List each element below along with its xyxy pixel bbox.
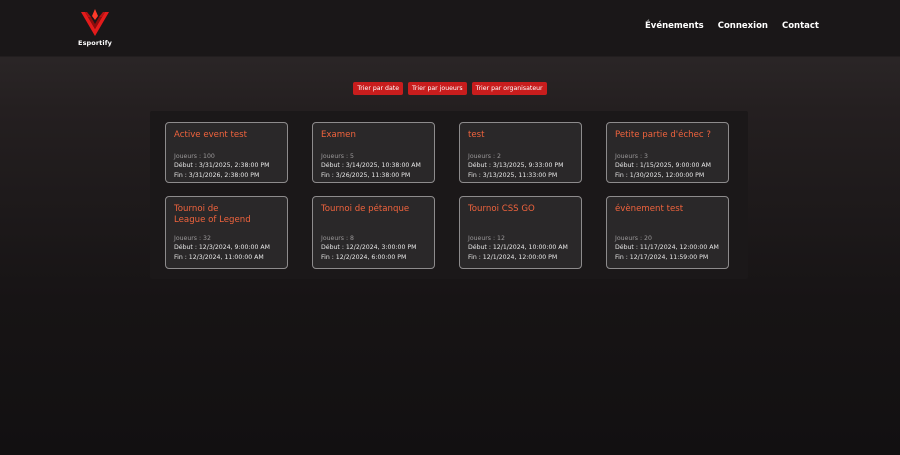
event-card[interactable]: Tournoi de pétanque Joueurs : 8 Début : … — [312, 196, 435, 269]
event-title: Active event test — [174, 130, 248, 140]
event-start: Début : 3/14/2025, 10:38:00 AM — [321, 162, 421, 169]
event-players: Joueurs : 12 — [468, 235, 505, 242]
event-card[interactable]: Tournoi de League of Legend Joueurs : 32… — [165, 196, 288, 269]
event-end: Fin : 12/1/2024, 12:00:00 PM — [468, 254, 558, 261]
event-card[interactable]: Active event test Joueurs : 100 Début : … — [165, 122, 288, 183]
event-players: Joueurs : 32 — [174, 235, 211, 242]
esportify-logo-icon — [81, 9, 109, 36]
event-title: test — [468, 130, 485, 140]
event-players: Joueurs : 20 — [615, 235, 652, 242]
event-players: Joueurs : 8 — [321, 235, 354, 242]
event-start: Début : 12/3/2024, 9:00:00 AM — [174, 244, 270, 251]
event-card[interactable]: Examen Joueurs : 5 Début : 3/14/2025, 10… — [312, 122, 435, 183]
event-players: Joueurs : 3 — [615, 153, 648, 160]
event-end: Fin : 3/13/2025, 11:33:00 PM — [468, 172, 558, 179]
event-end: Fin : 12/17/2024, 11:59:00 PM — [615, 254, 709, 261]
event-card[interactable]: Petite partie d'échec ? Joueurs : 3 Débu… — [606, 122, 729, 183]
event-title: Petite partie d'échec ? — [615, 130, 711, 140]
event-card[interactable]: Tournoi CSS GO Joueurs : 12 Début : 12/1… — [459, 196, 582, 269]
event-title: Tournoi de League of Legend — [174, 204, 251, 225]
event-start: Début : 11/17/2024, 12:00:00 AM — [615, 244, 719, 251]
nav-link-login[interactable]: Connexion — [718, 21, 768, 31]
event-start: Début : 3/13/2025, 9:33:00 PM — [468, 162, 564, 169]
event-start: Début : 12/2/2024, 3:00:00 PM — [321, 244, 417, 251]
sort-toolbar: Trier par date Trier par joueurs Trier p… — [0, 82, 900, 95]
event-end: Fin : 1/30/2025, 12:00:00 PM — [615, 172, 705, 179]
event-end: Fin : 3/31/2026, 2:38:00 PM — [174, 172, 260, 179]
event-end: Fin : 12/2/2024, 6:00:00 PM — [321, 254, 407, 261]
sort-by-players-button[interactable]: Trier par joueurs — [408, 82, 467, 95]
sort-by-date-button[interactable]: Trier par date — [353, 82, 404, 95]
event-end: Fin : 3/26/2025, 11:38:00 PM — [321, 172, 411, 179]
event-title: Examen — [321, 130, 356, 140]
main-nav: Événements Connexion Contact — [645, 21, 819, 31]
event-players: Joueurs : 2 — [468, 153, 501, 160]
event-title: Tournoi CSS GO — [468, 204, 535, 214]
nav-link-contact[interactable]: Contact — [782, 21, 819, 31]
events-panel: Active event test Joueurs : 100 Début : … — [150, 111, 748, 279]
nav-link-events[interactable]: Événements — [645, 21, 704, 31]
event-title: Tournoi de pétanque — [321, 204, 410, 214]
event-card[interactable]: test Joueurs : 2 Début : 3/13/2025, 9:33… — [459, 122, 582, 183]
event-title: évènement test — [615, 204, 684, 214]
brand-name: Esportify — [78, 39, 112, 47]
event-end: Fin : 12/3/2024, 11:00:00 AM — [174, 254, 264, 261]
site-header: Esportify Événements Connexion Contact — [0, 0, 900, 56]
brand-logo[interactable]: Esportify — [78, 8, 112, 48]
sort-by-organizer-button[interactable]: Trier par organisateur — [471, 82, 547, 95]
event-start: Début : 1/15/2025, 9:00:00 AM — [615, 162, 711, 169]
event-players: Joueurs : 100 — [174, 153, 215, 160]
event-card[interactable]: évènement test Joueurs : 20 Début : 11/1… — [606, 196, 729, 269]
event-start: Début : 12/1/2024, 10:00:00 AM — [468, 244, 568, 251]
event-players: Joueurs : 5 — [321, 153, 354, 160]
event-start: Début : 3/31/2025, 2:38:00 PM — [174, 162, 270, 169]
